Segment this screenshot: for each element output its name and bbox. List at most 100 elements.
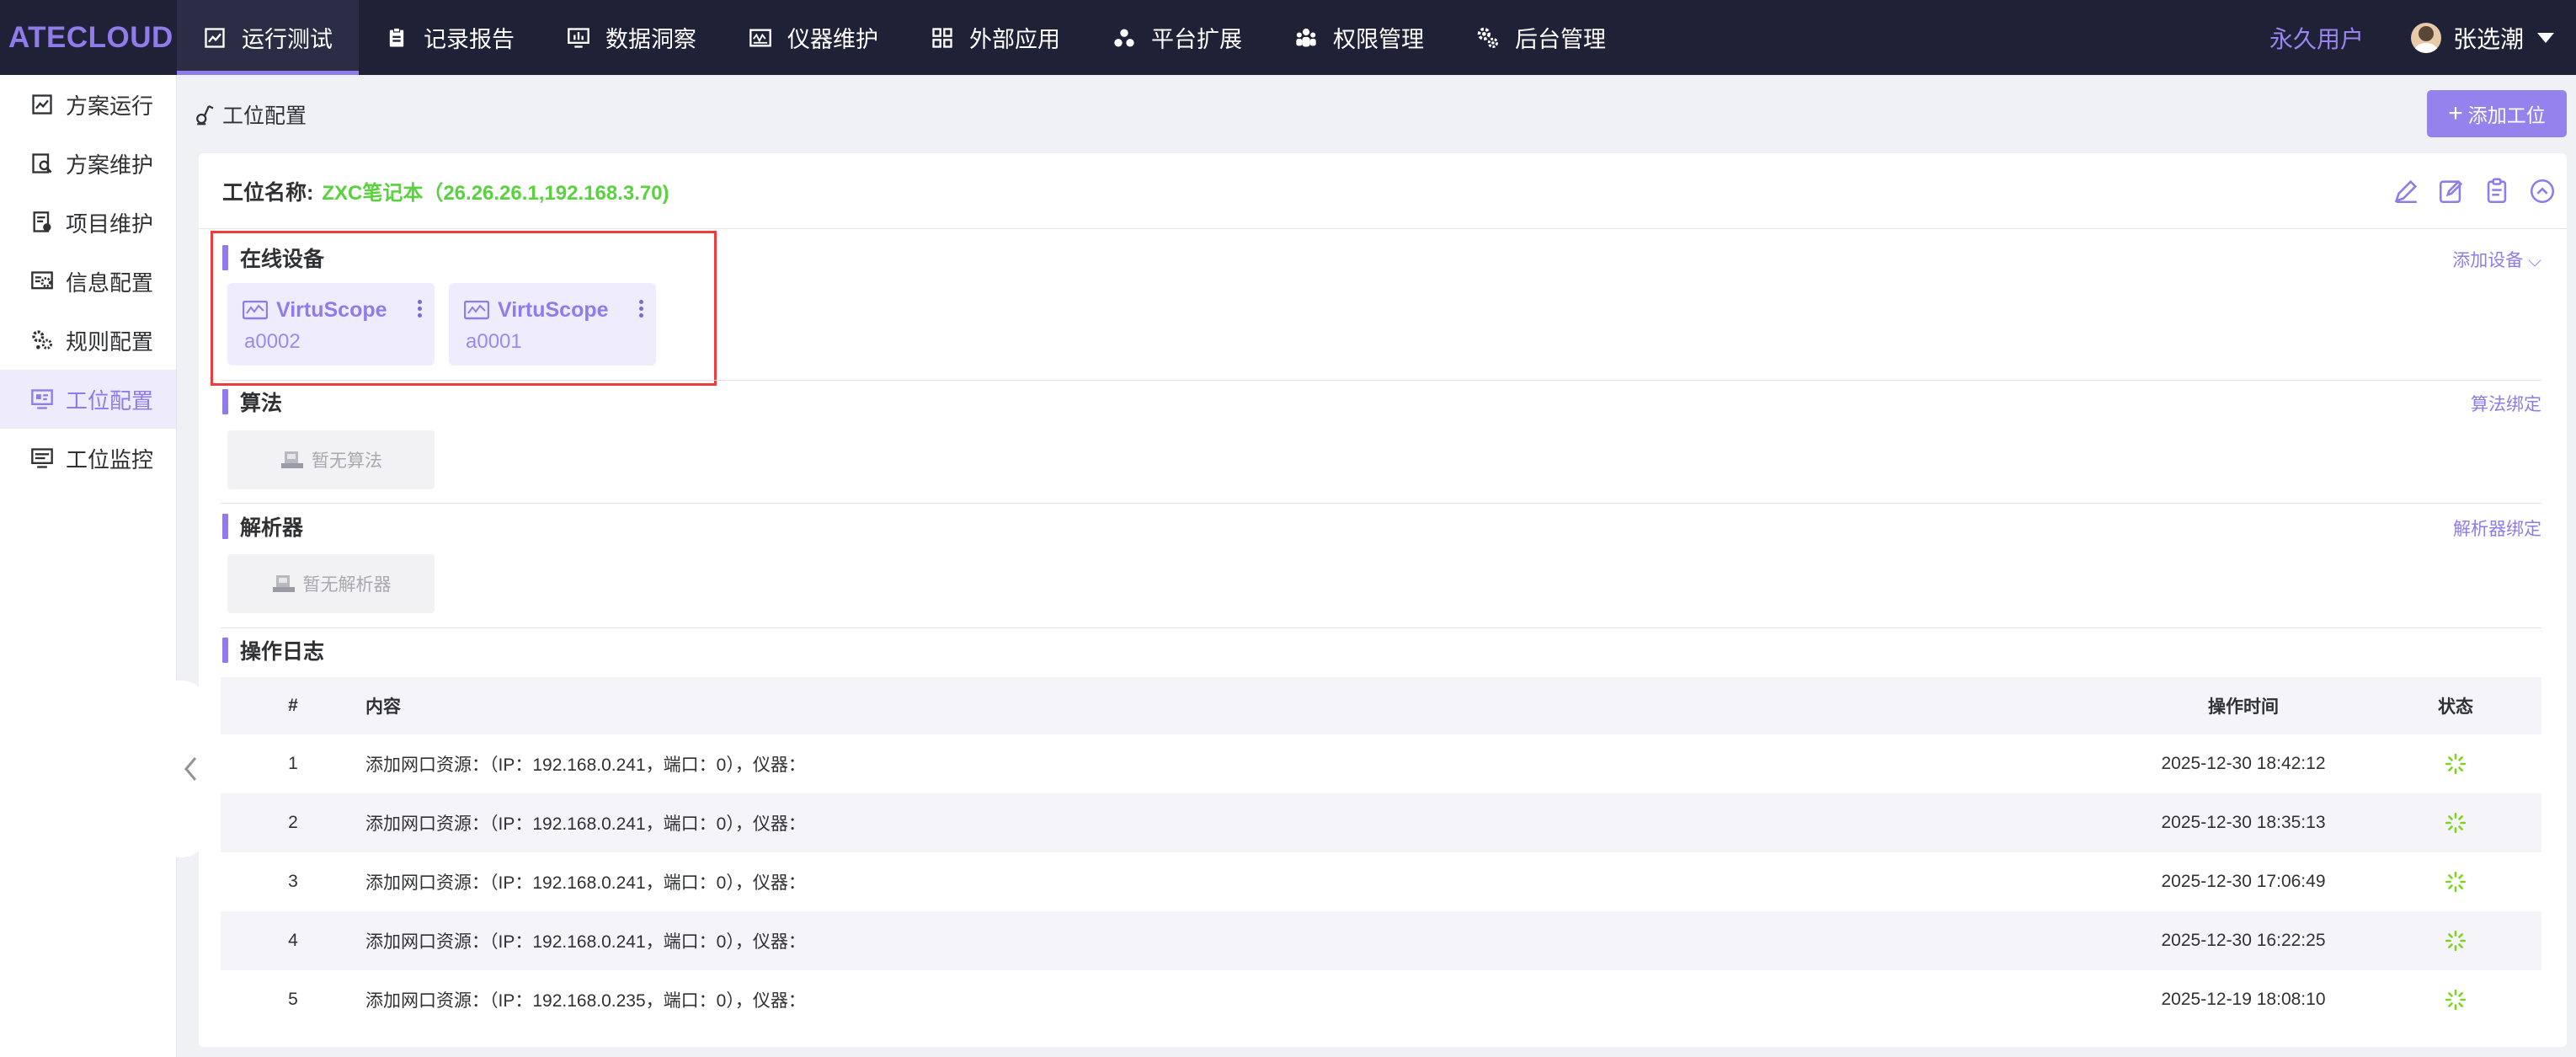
chevron-down-icon: ⌵	[2528, 251, 2541, 270]
table-row[interactable]: 3 添加网口资源：（IP：192.168.0.241，端口：0），仪器： 202…	[221, 852, 2541, 911]
table-row[interactable]: 2 添加网口资源：（IP：192.168.0.241，端口：0），仪器： 202…	[221, 793, 2541, 852]
row-content: 添加网口资源：（IP：192.168.0.241，端口：0），仪器：	[365, 873, 806, 893]
avatar	[2410, 22, 2441, 53]
clipboard-icon[interactable]	[2483, 177, 2511, 206]
add-device-dropdown[interactable]: 添加设备 ⌵	[2452, 247, 2541, 272]
sidebar-item-info-config[interactable]: 信息配置	[0, 252, 176, 311]
top-navbar: ATECLOUD 运行测试 记录报告 数据洞察 仪器维护 外部应用 平台扩展 权…	[0, 0, 2576, 75]
column-header-time: 操作时间	[2208, 697, 2279, 717]
loading-spinner-icon	[2445, 753, 2467, 775]
main-nav: 运行测试 记录报告 数据洞察 仪器维护 外部应用 平台扩展 权限管理 后台管理	[177, 0, 1632, 75]
sidebar-item-label: 信息配置	[66, 270, 154, 296]
nav-item-admin[interactable]: 后台管理	[1450, 0, 1632, 75]
chevron-down-icon	[2537, 32, 2554, 43]
nav-label: 外部应用	[969, 27, 1060, 52]
sidebar-item-project-maintain[interactable]: 项目维护	[0, 193, 176, 252]
nav-label: 权限管理	[1333, 27, 1424, 52]
algorithm-section: 算法 算法绑定	[222, 387, 2545, 416]
column-header-index: #	[288, 696, 298, 715]
nav-item-run-test[interactable]: 运行测试	[177, 0, 359, 75]
operation-log-table: # 内容 操作时间 状态 1 添加网口资源：（IP：192.168.0.241，…	[221, 677, 2541, 1029]
sidebar-item-workstation-monitor[interactable]: 工位监控	[0, 429, 176, 488]
parser-section: 解析器 解析器绑定	[222, 512, 2545, 541]
loading-spinner-icon	[2445, 871, 2467, 893]
empty-box-icon	[272, 575, 295, 592]
row-index: 2	[288, 813, 298, 832]
sidebar-item-rules-config[interactable]: 规则配置	[0, 311, 176, 370]
sidebar-item-label: 工位监控	[66, 446, 154, 472]
user-menu[interactable]: 张选潮	[2410, 21, 2554, 55]
project-icon	[33, 211, 51, 232]
row-status	[2370, 812, 2541, 834]
table-header: # 内容 操作时间 状态	[221, 677, 2541, 734]
empty-box-icon	[281, 451, 303, 468]
nav-item-external-apps[interactable]: 外部应用	[904, 0, 1086, 75]
row-status	[2370, 989, 2541, 1011]
empty-algorithm-placeholder: 暂无算法	[227, 430, 435, 489]
section-title-algorithm: 算法	[222, 387, 2545, 416]
loading-spinner-icon	[2445, 930, 2467, 952]
plus-icon: +	[2448, 99, 2463, 127]
users-icon	[1296, 28, 1316, 46]
row-status	[2370, 930, 2541, 952]
rules-icon	[32, 330, 52, 350]
workstation-title-icon	[196, 104, 214, 125]
nav-item-platform-extension[interactable]: 平台扩展	[1086, 0, 1268, 75]
add-device-label: 添加设备	[2452, 251, 2524, 270]
empty-parser-text: 暂无解析器	[302, 575, 392, 595]
nav-label: 数据洞察	[605, 27, 696, 52]
row-time: 2025-12-30 17:06:49	[2161, 872, 2326, 891]
highlight-box	[211, 231, 717, 386]
chevron-left-icon	[184, 757, 197, 781]
sidebar-item-label: 规则配置	[66, 328, 154, 355]
divider	[221, 503, 2541, 504]
parser-bind-link[interactable]: 解析器绑定	[2453, 515, 2541, 541]
collapse-up-icon[interactable]	[2528, 177, 2557, 206]
loading-spinner-icon	[2445, 989, 2467, 1011]
edit-doc-icon[interactable]	[2437, 177, 2466, 206]
section-title-text: 操作日志	[240, 640, 325, 664]
row-content: 添加网口资源：（IP：192.168.0.235，端口：0），仪器：	[365, 991, 806, 1011]
row-content: 添加网口资源：（IP：192.168.0.241，端口：0），仪器：	[365, 755, 806, 775]
sidebar-item-workstation-config[interactable]: 工位配置	[0, 370, 176, 429]
sidebar-item-label: 项目维护	[66, 211, 154, 237]
app-logo[interactable]: ATECLOUD	[0, 21, 177, 55]
navbar-right: 永久用户 张选潮	[2269, 0, 2576, 75]
nav-item-records[interactable]: 记录报告	[359, 0, 541, 75]
divider	[221, 627, 2541, 628]
divider	[221, 380, 2541, 381]
add-station-button[interactable]: + 添加工位	[2427, 90, 2567, 137]
sidebar-item-label: 方案维护	[66, 152, 154, 178]
edit-icon[interactable]	[2392, 177, 2420, 206]
page-title: 工位配置	[222, 104, 307, 128]
nav-item-permissions[interactable]: 权限管理	[1268, 0, 1450, 75]
sidebar-item-label: 工位配置	[66, 387, 154, 414]
row-status	[2370, 753, 2541, 775]
row-index: 5	[288, 990, 298, 1009]
empty-parser-placeholder: 暂无解析器	[227, 554, 435, 613]
row-time: 2025-12-19 18:08:10	[2161, 990, 2326, 1009]
table-row[interactable]: 4 添加网口资源：（IP：192.168.0.241，端口：0），仪器： 202…	[221, 911, 2541, 970]
table-row[interactable]: 5 添加网口资源：（IP：192.168.0.235，端口：0），仪器： 202…	[221, 970, 2541, 1029]
extension-icon	[1114, 29, 1134, 46]
station-actions	[2392, 177, 2557, 206]
row-time: 2025-12-30 16:22:25	[2161, 931, 2326, 950]
row-status	[2370, 871, 2541, 893]
station-name-value: ZXC笔记本（26.26.26.1,192.168.3.70)	[322, 182, 669, 205]
monitor-chart-icon	[568, 27, 589, 48]
nav-label: 运行测试	[242, 27, 333, 52]
nav-item-instrument[interactable]: 仪器维护	[723, 0, 904, 75]
station-name-label: 工位名称:	[222, 180, 314, 205]
section-accent-bar	[222, 514, 228, 539]
sidebar-item-plan-maintain[interactable]: 方案维护	[0, 134, 176, 193]
empty-algorithm-text: 暂无算法	[312, 451, 382, 471]
section-title-text: 算法	[240, 392, 283, 415]
grid-apps-icon	[932, 27, 952, 48]
row-index: 4	[288, 931, 298, 950]
chart-line-icon	[205, 27, 225, 48]
nav-item-insights[interactable]: 数据洞察	[541, 0, 723, 75]
sidebar-item-plan-run[interactable]: 方案运行	[0, 75, 176, 134]
algorithm-bind-link[interactable]: 算法绑定	[2471, 391, 2541, 416]
table-row[interactable]: 1 添加网口资源：（IP：192.168.0.241，端口：0），仪器： 202…	[221, 734, 2541, 793]
section-title-log: 操作日志	[222, 636, 2545, 665]
